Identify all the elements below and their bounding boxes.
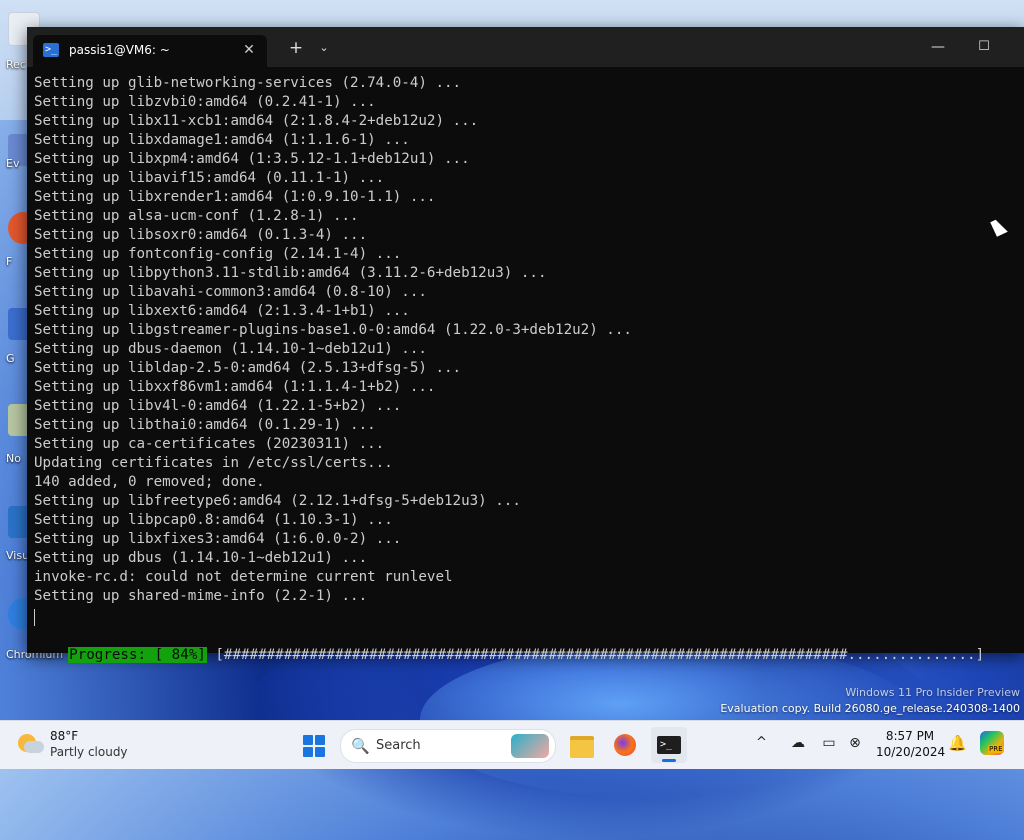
search-icon: 🔍 <box>351 737 370 755</box>
terminal-output[interactable]: Setting up glib-networking-services (2.7… <box>34 74 1019 649</box>
terminal-line: Setting up libxdamage1:amd64 (1:1.1.6-1)… <box>34 132 410 148</box>
desktop-label-ev: Ev <box>6 157 20 170</box>
terminal-line: Setting up libthai0:amd64 (0.1.29-1) ... <box>34 417 376 433</box>
volume-muted-icon[interactable]: ⊗ <box>846 735 864 751</box>
terminal-line: Setting up libxfixes3:amd64 (1:6.0.0-2) … <box>34 531 402 547</box>
new-tab-button[interactable]: + <box>285 37 307 59</box>
windows-start-icon <box>303 735 325 757</box>
chevron-down-icon[interactable]: ⌄ <box>313 37 335 59</box>
clock-date[interactable]: 10/20/2024 <box>876 745 945 759</box>
terminal-line: Setting up libv4l-0:amd64 (1.22.1-5+b2) … <box>34 398 402 414</box>
progress-bar: [#######################################… <box>206 647 985 663</box>
active-app-indicator <box>662 759 676 762</box>
desktop-label-recycle: Rec <box>6 58 26 71</box>
terminal-window[interactable]: >_ passis1@VM6: ~ ✕ + ⌄ — ☐ Setting up g… <box>27 27 1024 663</box>
terminal-line: Setting up libxrender1:amd64 (1:0.9.10-1… <box>34 189 436 205</box>
terminal-line: Setting up libpython3.11-stdlib:amd64 (3… <box>34 265 547 281</box>
terminal-line: Setting up fontconfig-config (2.14.1-4) … <box>34 246 402 262</box>
desktop-label-no: No <box>6 452 21 465</box>
terminal-line: Setting up libxpm4:amd64 (1:3.5.12-1.1+d… <box>34 151 470 167</box>
terminal-tab[interactable]: >_ passis1@VM6: ~ ✕ <box>33 35 267 67</box>
terminal-line: Setting up dbus (1.14.10-1~deb12u1) ... <box>34 550 368 566</box>
clock-time[interactable]: 8:57 PM <box>880 729 940 743</box>
text-cursor <box>34 607 35 626</box>
terminal-line: Setting up shared-mime-info (2.2-1) ... <box>34 588 368 604</box>
search-placeholder: Search <box>376 738 421 753</box>
copilot-preview-badge: PRE <box>988 745 1004 753</box>
minimize-button[interactable]: — <box>915 33 961 61</box>
notification-bell-icon[interactable]: 🔔 <box>948 734 967 752</box>
file-explorer-icon <box>570 736 594 758</box>
terminal-line: Setting up libavahi-common3:amd64 (0.8-1… <box>34 284 427 300</box>
terminal-line: Setting up libxext6:amd64 (2:1.3.4-1+b1)… <box>34 303 410 319</box>
weather-icon[interactable] <box>18 732 44 754</box>
network-icon[interactable]: ☁ <box>789 735 807 751</box>
terminal-line: Setting up libldap-2.5-0:amd64 (2.5.13+d… <box>34 360 462 376</box>
terminal-line: Setting up libzvbi0:amd64 (0.2.41-1) ... <box>34 94 376 110</box>
taskbar: 88°F Partly cloudy 🔍 Search >_ ^ ☁ ▭ ⊗ 8… <box>0 720 1024 769</box>
start-button[interactable] <box>296 727 332 763</box>
terminal-line: 140 added, 0 removed; done. <box>34 474 265 490</box>
weather-description[interactable]: Partly cloudy <box>50 745 128 759</box>
terminal-line: Setting up libavif15:amd64 (0.11.1-1) ..… <box>34 170 385 186</box>
terminal-line: invoke-rc.d: could not determine current… <box>34 569 453 585</box>
display-icon[interactable]: ▭ <box>820 735 838 751</box>
terminal-line: Updating certificates in /etc/ssl/certs.… <box>34 455 393 471</box>
search-highlight-image <box>511 734 549 758</box>
close-tab-icon[interactable]: ✕ <box>239 40 259 60</box>
terminal-line: Setting up dbus-daemon (1.14.10-1~deb12u… <box>34 341 427 357</box>
terminal-taskbar-button[interactable]: >_ <box>651 727 687 763</box>
terminal-line: Setting up libpcap0.8:amd64 (1.10.3-1) .… <box>34 512 393 528</box>
terminal-line: Setting up libfreetype6:amd64 (2.12.1+df… <box>34 493 521 509</box>
terminal-icon: >_ <box>657 736 681 754</box>
file-explorer-button[interactable] <box>564 727 600 763</box>
desktop-label-g: G <box>6 352 15 365</box>
desktop-label-visu: Visu <box>6 549 30 562</box>
windows-watermark-build: Evaluation copy. Build 26080.ge_release.… <box>720 702 1020 715</box>
weather-temperature[interactable]: 88°F <box>50 729 78 743</box>
terminal-line: Setting up glib-networking-services (2.7… <box>34 75 462 91</box>
firefox-icon <box>614 734 636 756</box>
firefox-button[interactable] <box>607 727 643 763</box>
title-bar[interactable]: >_ passis1@VM6: ~ ✕ + ⌄ — ☐ <box>27 27 1024 67</box>
terminal-line: Setting up ca-certificates (20230311) ..… <box>34 436 385 452</box>
progress-label: Progress: [ 84%] <box>68 647 207 663</box>
maximize-button[interactable]: ☐ <box>961 33 1007 61</box>
tab-title: passis1@VM6: ~ <box>69 43 170 57</box>
show-hidden-icons-icon[interactable]: ^ <box>756 735 767 750</box>
apt-progress-row: Progress: [ 84%] [######################… <box>34 625 984 663</box>
windows-watermark-edition: Windows 11 Pro Insider Preview <box>845 686 1020 699</box>
terminal-line: Setting up libgstreamer-plugins-base1.0-… <box>34 322 632 338</box>
powershell-icon: >_ <box>43 43 59 57</box>
desktop-label-f: F <box>6 255 13 268</box>
terminal-line: Setting up libsoxr0:amd64 (0.1.3-4) ... <box>34 227 368 243</box>
terminal-line: Setting up libxxf86vm1:amd64 (1:1.1.4-1+… <box>34 379 436 395</box>
terminal-line: Setting up libx11-xcb1:amd64 (2:1.8.4-2+… <box>34 113 479 129</box>
terminal-line: Setting up alsa-ucm-conf (1.2.8-1) ... <box>34 208 359 224</box>
taskbar-search-box[interactable]: 🔍 Search <box>340 729 556 763</box>
